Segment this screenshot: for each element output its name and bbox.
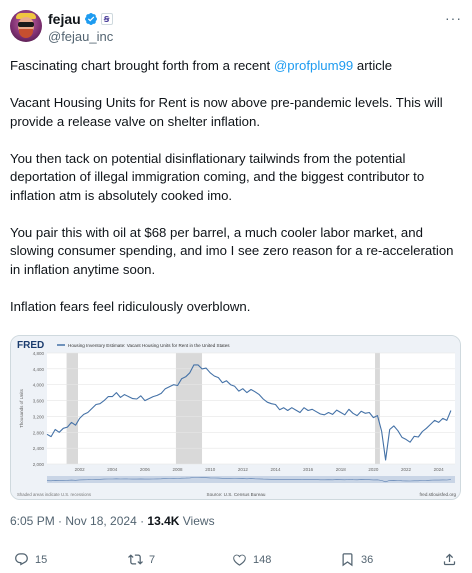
y-tick-label: 4,800 (33, 351, 45, 356)
repost-count: 7 (149, 553, 156, 566)
x-tick-label: 2004 (107, 467, 118, 472)
chart-url: fred.stlouisfed.org (419, 492, 456, 497)
y-tick-label: 4,000 (33, 383, 45, 388)
x-tick-label: 2012 (238, 467, 249, 472)
x-tick-label: 2020 (368, 467, 379, 472)
share-icon (443, 553, 456, 566)
reply-button[interactable]: 15 (14, 552, 47, 567)
x-tick-label: 2010 (205, 467, 216, 472)
chart-image[interactable]: 4,800 4,400 4,000 3,600 3,200 2,800 2,400 2,000… (10, 335, 461, 500)
range-slider (47, 476, 455, 483)
x-tick-label: 2016 (303, 467, 314, 472)
views-label: Views (179, 514, 215, 528)
fred-chart: 4,800 4,400 4,000 3,600 3,200 2,800 2,400 2,000… (11, 336, 460, 499)
x-tick-label: 2018 (336, 467, 347, 472)
more-options-icon[interactable]: ··· (445, 10, 462, 26)
chart-source: Source: U.S. Census Bureau (207, 492, 266, 497)
tweet: fejau Ꞩ @fejau_inc ··· Fascinating chart… (0, 0, 472, 573)
x-tick-label: 2006 (140, 467, 151, 472)
paragraph-4: You pair this with oil at $68 per barrel… (10, 224, 454, 277)
action-bar: 15 7 148 36 (10, 552, 465, 572)
footer-note: Shaded areas indicate U.S. recessions (17, 492, 91, 497)
x-tick-label: 2014 (270, 467, 281, 472)
like-count: 148 (253, 553, 272, 566)
y-tick-label: 3,600 (33, 399, 45, 404)
heart-icon (233, 554, 246, 566)
paragraph-3: You then tack on potential disinflationa… (10, 150, 425, 203)
fred-logo: FRED (17, 340, 44, 351)
chart-title: Housing Inventory Estimate: Vacant Housi… (68, 343, 230, 348)
recession-band (375, 353, 380, 464)
share-button[interactable] (442, 552, 457, 567)
y-tick-label: 2,000 (33, 462, 45, 467)
views-count: 13.4K (147, 514, 180, 528)
y-tick-label: 2,800 (33, 430, 45, 435)
tweet-text: Fascinating chart brought forth from a r… (10, 57, 465, 335)
y-tick-label: 2,400 (33, 446, 45, 451)
x-tick-label: 2022 (401, 467, 412, 472)
handle[interactable]: @fejau_inc (48, 29, 113, 44)
repost-button[interactable]: 7 (128, 552, 155, 567)
tweet-meta: 6:05 PM · Nov 18, 2024 · 13.4K Views (10, 514, 215, 528)
x-tick-label: 2008 (173, 467, 184, 472)
recession-band (175, 353, 203, 464)
y-tick-label: 3,200 (33, 414, 45, 419)
display-name[interactable]: fejau (48, 11, 81, 27)
avatar[interactable] (10, 10, 42, 42)
y-tick-label: 4,400 (33, 367, 45, 372)
paragraph-2: Vacant Housing Units for Rent is now abo… (10, 95, 443, 129)
author-name-row: fejau Ꞩ (48, 11, 113, 27)
recession-band (66, 353, 79, 464)
paragraph-5: Inflation fears feel ridiculously overbl… (10, 298, 251, 314)
y-axis-label: Thousands of Units (19, 388, 24, 428)
like-button[interactable]: 148 (232, 552, 271, 567)
verified-badge-icon (84, 13, 97, 25)
mention-link[interactable]: @profplum99 (274, 58, 353, 73)
paragraph-1: Fascinating chart brought forth from a r… (10, 58, 393, 73)
bookmark-icon (342, 553, 353, 567)
x-tick-label: 2024 (434, 467, 445, 472)
repost-icon (128, 554, 143, 565)
x-tick-label: 2002 (75, 467, 86, 472)
affiliate-badge-icon[interactable]: Ꞩ (100, 13, 113, 25)
reply-count: 15 (35, 553, 48, 566)
reply-icon (15, 553, 28, 566)
bookmark-count: 36 (361, 553, 374, 566)
plot-area (47, 353, 455, 464)
bookmark-button[interactable]: 36 (340, 552, 373, 567)
timestamp[interactable]: 6:05 PM · Nov 18, 2024 · (10, 514, 147, 528)
